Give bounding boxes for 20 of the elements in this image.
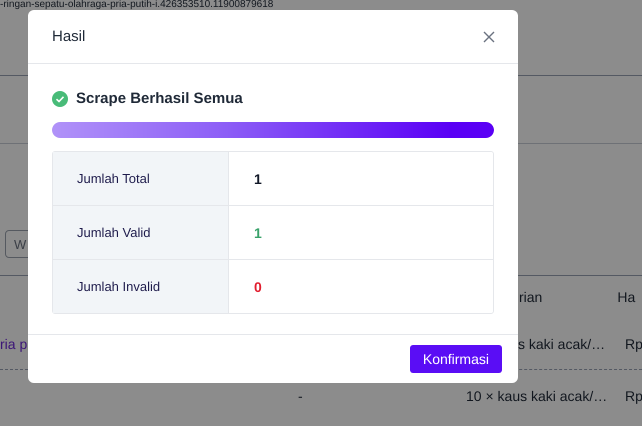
close-icon[interactable] — [483, 30, 495, 42]
stat-label: Jumlah Valid — [77, 225, 150, 240]
product-url: -ringan-sepatu-olahraga-pria-putih-i.426353510.11900879618 — [0, 0, 274, 10]
confirm-button[interactable]: Konfirmasi — [410, 345, 502, 373]
column-header: rian — [519, 289, 542, 305]
stat-value: 1 — [254, 170, 262, 186]
table-cell: 10 × kaus kaki acak/… — [466, 388, 608, 404]
stat-label: Jumlah Total — [77, 171, 150, 186]
stat-value: 0 — [254, 278, 262, 294]
dialog-title: Hasil — [52, 28, 86, 45]
success-icon — [52, 90, 68, 106]
table-cell: Rp — [625, 336, 642, 352]
table-cell: - — [298, 388, 303, 404]
column-header: Ha — [617, 289, 636, 305]
table-cell: Rp — [625, 388, 642, 404]
product-link[interactable]: ria p — [0, 336, 28, 352]
stat-value: 1 — [254, 224, 262, 240]
status-message: Scrape Berhasil Semua — [76, 90, 243, 107]
table-cell: s kaki acak/… — [518, 336, 606, 352]
stat-label: Jumlah Invalid — [77, 279, 160, 294]
